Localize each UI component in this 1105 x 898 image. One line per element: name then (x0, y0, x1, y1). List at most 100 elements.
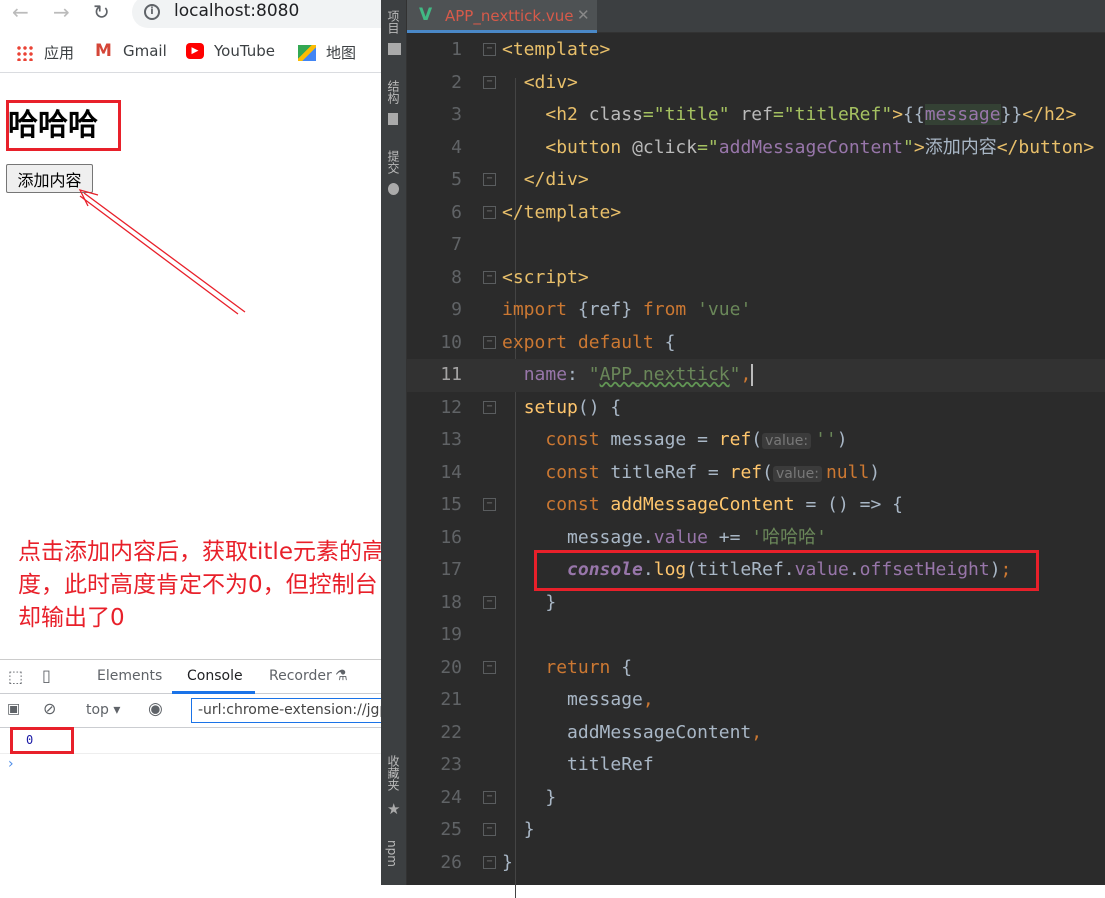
code-line[interactable]: 6 − </template> (407, 197, 1105, 230)
code-line[interactable]: 14 const titleRef = ref(value: null) (407, 457, 1105, 490)
line-number: 10 (440, 331, 462, 353)
console-prompt[interactable]: › (8, 756, 14, 772)
code-line[interactable]: 5 − </div> (407, 164, 1105, 197)
fold-marker-icon[interactable]: − (483, 43, 496, 56)
line-number: 18 (440, 591, 462, 613)
sidebar-toggle-icon[interactable]: ▣ (7, 701, 20, 717)
tool-project[interactable]: 项目 (385, 10, 402, 34)
context-selector[interactable]: top ▾ (86, 702, 120, 718)
code-token: addMessageContent (610, 494, 795, 515)
context-value: top (86, 702, 109, 718)
fold-marker-icon[interactable]: − (483, 855, 496, 869)
devtools-panel: ⬚ ▯ Elements Console Recorder ⚗ ▣ ⊘ top … (0, 659, 381, 885)
code-token: <script> (502, 266, 589, 288)
fold-marker-icon[interactable]: − (483, 173, 496, 186)
code-line[interactable]: 22 addMessageContent, (407, 717, 1105, 750)
code-token: {{ (903, 104, 925, 125)
clear-console-icon[interactable]: ⊘ (43, 699, 56, 718)
fold-marker-icon[interactable]: − (483, 823, 496, 836)
editor-tabs: V APP_nexttick.vue ✕ (407, 0, 1105, 33)
code-line[interactable]: 1 − <template> (407, 34, 1105, 67)
line-number: 15 (440, 494, 462, 515)
code-line[interactable]: 15 − const addMessageContent = () => { (407, 489, 1105, 522)
fold-marker-icon[interactable]: − (483, 75, 496, 89)
code-text: addMessageContent, (502, 717, 762, 750)
fold-marker-icon[interactable]: − (483, 595, 496, 609)
tool-npm[interactable]: npm (385, 840, 399, 867)
code-line[interactable]: 4 <button @click="addMessageContent">添加内… (407, 132, 1105, 165)
code-token: " (729, 364, 741, 385)
code-token: </button> (996, 136, 1095, 158)
line-number: 13 (440, 429, 462, 450)
code-line[interactable]: 24 − } (407, 782, 1105, 815)
line-number: 3 (451, 104, 462, 125)
eye-icon[interactable]: ◉ (148, 699, 163, 719)
code-token: ref (740, 104, 773, 125)
code-token: ) (869, 461, 881, 483)
device-toolbar-icon[interactable]: ▯ (42, 666, 51, 685)
code-line[interactable]: 21 message, (407, 684, 1105, 717)
line-number: 5 (451, 169, 462, 190)
tab-console[interactable]: Console (187, 668, 243, 684)
fold-marker-icon[interactable]: − (483, 205, 496, 219)
code-text: const addMessageContent = () => { (502, 489, 903, 522)
tool-window-bar: 项目 结构 提交 收藏夹 ★ npm (381, 0, 407, 885)
code-line[interactable]: 11 name: "APP_nexttick", (407, 359, 1105, 392)
code-line[interactable]: 23 titleRef (407, 749, 1105, 782)
highlight-box (534, 550, 1039, 591)
code-token: message (924, 104, 1001, 125)
parameter-hint: value: (772, 465, 822, 482)
fold-marker-icon[interactable]: − (483, 498, 496, 511)
fold-marker-icon[interactable]: − (483, 660, 496, 674)
tab-recorder[interactable]: Recorder (269, 668, 332, 684)
code-line[interactable]: 26 −} (407, 847, 1105, 880)
code-line[interactable]: 18 − } (407, 587, 1105, 620)
code-text: export default { (502, 327, 675, 360)
code-line[interactable]: 12 − setup() { (407, 392, 1105, 425)
code-line[interactable]: 3 <h2 class="title" ref="titleRef">{{mes… (407, 99, 1105, 132)
close-tab-icon[interactable]: ✕ (577, 6, 590, 24)
code-line[interactable]: 10 − export default { (407, 327, 1105, 360)
tab-elements[interactable]: Elements (97, 668, 162, 684)
code-line[interactable]: 25 − } (407, 814, 1105, 847)
file-tab[interactable]: V APP_nexttick.vue ✕ (407, 0, 597, 33)
fold-marker-icon[interactable]: − (483, 790, 496, 804)
code-token: </h2> (1022, 104, 1077, 125)
inspect-element-icon[interactable]: ⬚ (8, 667, 23, 686)
code-line[interactable]: 19 (407, 619, 1105, 652)
code-line[interactable]: 20 − return { (407, 652, 1105, 685)
fold-marker-icon[interactable]: − (483, 400, 496, 414)
code-editor[interactable]: 1− <template> 2− <div> 3 <h2 class="title" … (407, 33, 1105, 898)
fold-marker-icon[interactable]: − (483, 335, 496, 349)
code-line[interactable]: 8 − <script> (407, 262, 1105, 295)
code-token: const (545, 461, 611, 483)
tool-commit[interactable]: 提交 (385, 150, 402, 174)
code-token: '哈哈哈' (751, 526, 827, 548)
code-line[interactable]: 13 const message = ref(value: '') (407, 424, 1105, 457)
code-token: </div> (523, 169, 589, 190)
code-line[interactable]: 7 (407, 229, 1105, 262)
tool-structure[interactable]: 结构 (385, 80, 402, 104)
code-token: ref (588, 299, 622, 320)
code-token: import (502, 299, 578, 320)
console-filter-input[interactable]: -url:chrome-extension://jgp (191, 698, 381, 723)
fold-marker-icon[interactable]: − (483, 270, 496, 284)
code-token: ="titleRef" (772, 104, 893, 125)
code-token: ( (762, 461, 773, 483)
line-number: 16 (440, 526, 462, 548)
code-token: addMessageContent (567, 721, 752, 743)
code-line[interactable]: 2 − <div> (407, 67, 1105, 100)
tool-favorites[interactable]: 收藏夹 (385, 755, 402, 791)
code-token: =" (697, 136, 719, 158)
line-number: 2 (451, 71, 462, 93)
flask-icon: ⚗ (335, 668, 348, 684)
code-token: name (523, 364, 568, 385)
code-token: from (642, 299, 698, 320)
code-token: return (545, 656, 622, 678)
code-line[interactable]: 9 import {ref} from 'vue' (407, 294, 1105, 327)
